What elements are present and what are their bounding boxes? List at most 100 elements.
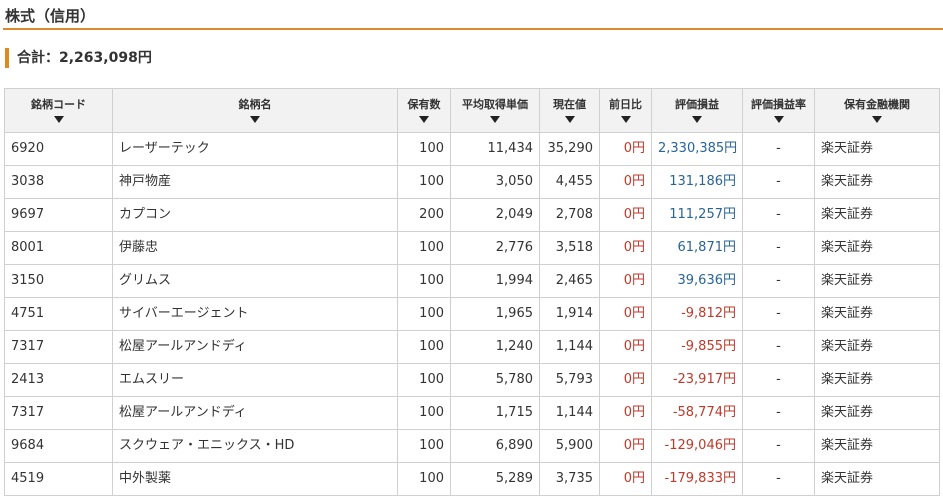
stock-code-cell: 3038 [4, 165, 113, 199]
current-price-cell: 35,290 [539, 132, 600, 166]
profit-loss-rate-cell: - [742, 363, 815, 397]
profit-loss-cell: 39,636円 [651, 264, 743, 298]
avg-price-cell: 1,994 [450, 264, 540, 298]
quantity-cell: 100 [397, 363, 451, 397]
stock-code-cell: 4751 [4, 297, 113, 331]
total-value: 2,263,098円 [59, 50, 152, 66]
institution-cell: 楽天証券 [814, 231, 940, 265]
day-change-cell: 0円 [599, 165, 652, 199]
table-row[interactable]: 4519 中外製薬 100 5,289 3,735 0円 -179,833円 - 楽天証券 [4, 462, 940, 496]
profit-loss-cell: 111,257円 [651, 198, 743, 232]
col-header-code[interactable]: 銘柄コード [4, 88, 113, 133]
col-header-pl-rate[interactable]: 評価損益率 [742, 88, 815, 133]
sort-down-arrow-icon[interactable] [692, 116, 702, 123]
table-row[interactable]: 6920 レーザーテック 100 11,434 35,290 0円 2,330,385円 - 楽… [4, 132, 940, 166]
stock-name-cell: グリムス [112, 264, 398, 298]
table-row[interactable]: 9697 カプコン 200 2,049 2,708 0円 111,257円 - 楽天証券 [4, 198, 940, 232]
day-change-cell: 0円 [599, 429, 652, 463]
current-price-cell: 5,900 [539, 429, 600, 463]
table-row[interactable]: 3150 グリムス 100 1,994 2,465 0円 39,636円 - 楽天証券 [4, 264, 940, 298]
sort-down-arrow-icon[interactable] [620, 116, 631, 123]
sort-down-arrow-icon[interactable] [564, 116, 575, 123]
total-label: 合計： [17, 50, 59, 66]
stock-name-cell: サイバーエージェント [112, 297, 398, 331]
avg-price-cell: 1,965 [450, 297, 540, 331]
stock-code-cell: 9684 [4, 429, 113, 463]
quantity-cell: 100 [397, 264, 451, 298]
avg-price-cell: 3,050 [450, 165, 540, 199]
quantity-cell: 100 [397, 165, 451, 199]
institution-cell: 楽天証券 [814, 429, 940, 463]
col-header-name[interactable]: 銘柄名 [112, 88, 398, 133]
current-price-cell: 2,465 [539, 264, 600, 298]
avg-price-cell: 1,715 [450, 396, 540, 430]
holdings-table: 銘柄コード 銘柄名 保有数 平均取得単価 現在値 前日比 評価損益 評価損益率 … [4, 88, 940, 496]
stock-code-cell: 3150 [4, 264, 113, 298]
institution-cell: 楽天証券 [814, 363, 940, 397]
profit-loss-cell: -23,917円 [651, 363, 743, 397]
profit-loss-cell: -129,046円 [651, 429, 743, 463]
avg-price-cell: 2,776 [450, 231, 540, 265]
current-price-cell: 1,144 [539, 396, 600, 430]
stock-code-cell: 4519 [4, 462, 113, 496]
stock-code-cell: 6920 [4, 132, 113, 166]
avg-price-cell: 6,890 [450, 429, 540, 463]
sort-down-arrow-icon[interactable] [419, 116, 429, 123]
stock-name-cell: スクウェア・エニックス・HD [112, 429, 398, 463]
col-header-pl[interactable]: 評価損益 [651, 88, 743, 133]
sort-down-arrow-icon[interactable] [250, 116, 260, 123]
institution-cell: 楽天証券 [814, 165, 940, 199]
quantity-cell: 100 [397, 330, 451, 364]
current-price-cell: 1,144 [539, 330, 600, 364]
stock-name-cell: カプコン [112, 198, 398, 232]
institution-cell: 楽天証券 [814, 462, 940, 496]
stock-name-cell: 松屋アールアンドディ [112, 396, 398, 430]
sort-down-arrow-icon[interactable] [872, 116, 882, 123]
table-row[interactable]: 8001 伊藤忠 100 2,776 3,518 0円 61,871円 - 楽天証券 [4, 231, 940, 265]
stock-code-cell: 7317 [4, 396, 113, 430]
total-summary: 合計：2,263,098円 [5, 48, 152, 68]
section-header: 株式（信用） [3, 0, 943, 30]
profit-loss-rate-cell: - [742, 198, 815, 232]
col-header-change[interactable]: 前日比 [599, 88, 652, 133]
day-change-cell: 0円 [599, 330, 652, 364]
stock-name-cell: 中外製薬 [112, 462, 398, 496]
col-header-avg-price[interactable]: 平均取得単価 [450, 88, 540, 133]
sort-down-arrow-icon[interactable] [53, 116, 64, 123]
day-change-cell: 0円 [599, 132, 652, 166]
avg-price-cell: 11,434 [450, 132, 540, 166]
stock-code-cell: 9697 [4, 198, 113, 232]
col-header-qty[interactable]: 保有数 [397, 88, 451, 133]
day-change-cell: 0円 [599, 231, 652, 265]
day-change-cell: 0円 [599, 462, 652, 496]
institution-cell: 楽天証券 [814, 198, 940, 232]
day-change-cell: 0円 [599, 264, 652, 298]
profit-loss-cell: 131,186円 [651, 165, 743, 199]
profit-loss-rate-cell: - [742, 231, 815, 265]
table-row[interactable]: 9684 スクウェア・エニックス・HD 100 6,890 5,900 0円 -129,04… [4, 429, 940, 463]
profit-loss-rate-cell: - [742, 297, 815, 331]
col-header-price[interactable]: 現在値 [539, 88, 600, 133]
quantity-cell: 100 [397, 231, 451, 265]
stock-name-cell: レーザーテック [112, 132, 398, 166]
stock-name-cell: 松屋アールアンドディ [112, 330, 398, 364]
stock-code-cell: 2413 [4, 363, 113, 397]
table-row[interactable]: 7317 松屋アールアンドディ 100 1,715 1,144 0円 -58,774円 - 楽天… [4, 396, 940, 430]
table-row[interactable]: 3038 神戸物産 100 3,050 4,455 0円 131,186円 - 楽天証券 [4, 165, 940, 199]
col-header-institution[interactable]: 保有金融機関 [814, 88, 940, 133]
stock-name-cell: エムスリー [112, 363, 398, 397]
stock-name-cell: 神戸物産 [112, 165, 398, 199]
quantity-cell: 100 [397, 132, 451, 166]
current-price-cell: 3,735 [539, 462, 600, 496]
table-row[interactable]: 2413 エムスリー 100 5,780 5,793 0円 -23,917円 - 楽天証券 [4, 363, 940, 397]
avg-price-cell: 2,049 [450, 198, 540, 232]
quantity-cell: 200 [397, 198, 451, 232]
profit-loss-rate-cell: - [742, 264, 815, 298]
sort-down-arrow-icon[interactable] [490, 116, 500, 123]
table-row[interactable]: 4751 サイバーエージェント 100 1,965 1,914 0円 -9,812円 - 楽天証… [4, 297, 940, 331]
profit-loss-rate-cell: - [742, 165, 815, 199]
table-header-row: 銘柄コード 銘柄名 保有数 平均取得単価 現在値 前日比 評価損益 評価損益率 … [4, 88, 940, 133]
sort-down-arrow-icon[interactable] [773, 116, 784, 123]
profit-loss-cell: -9,812円 [651, 297, 743, 331]
table-row[interactable]: 7317 松屋アールアンドディ 100 1,240 1,144 0円 -9,855円 - 楽天証… [4, 330, 940, 364]
